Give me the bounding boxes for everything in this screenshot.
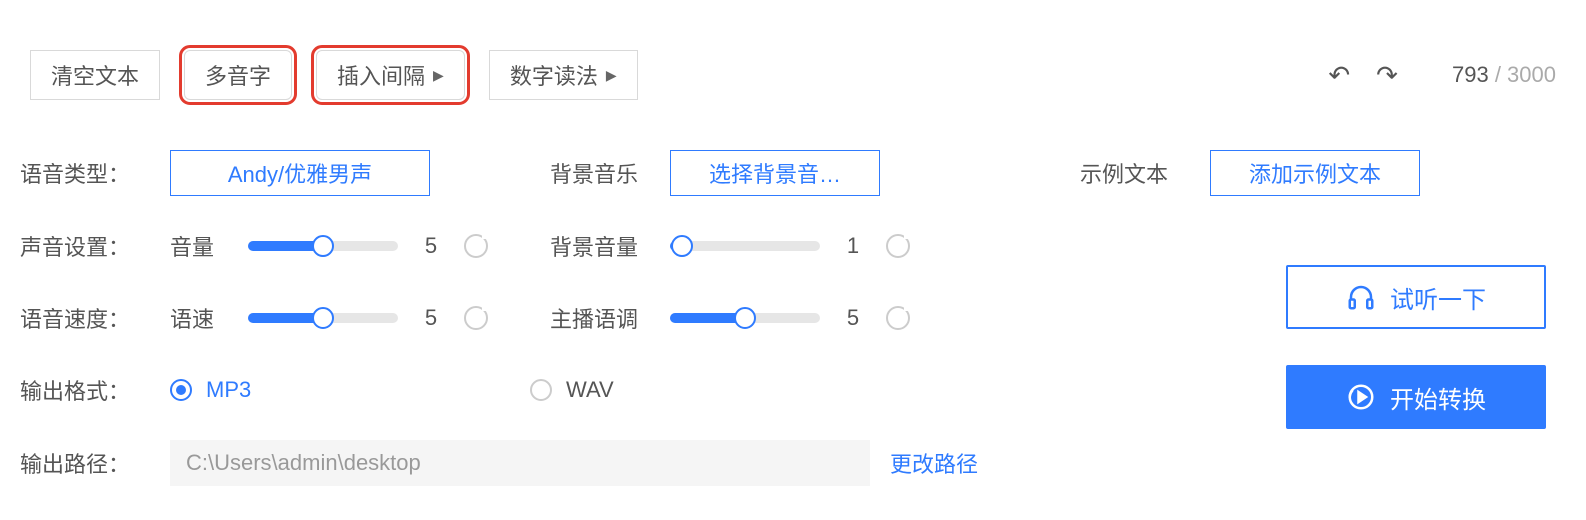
redo-icon[interactable]: ↷ xyxy=(1376,60,1398,91)
tone-value: 5 xyxy=(838,305,868,331)
bg-volume-label: 背景音量 xyxy=(550,230,670,262)
convert-icon xyxy=(1346,382,1376,412)
polyphonic-button[interactable]: 多音字 xyxy=(184,50,292,100)
char-limit: 3000 xyxy=(1507,62,1556,87)
reset-speed-icon[interactable] xyxy=(464,306,488,330)
radio-wav-label: WAV xyxy=(566,377,614,403)
radio-mp3-label: MP3 xyxy=(206,377,251,403)
output-path-label: 输出路径： xyxy=(20,447,170,479)
change-path-link[interactable]: 更改路径 xyxy=(890,447,978,479)
number-reading-button[interactable]: 数字读法 ▶ xyxy=(489,50,638,100)
radio-wav[interactable] xyxy=(530,379,552,401)
bg-music-label: 背景音乐 xyxy=(550,157,670,189)
output-format-label: 输出格式： xyxy=(20,374,170,406)
volume-label: 音量 xyxy=(170,230,230,262)
speed-label: 语速 xyxy=(170,302,230,334)
text-toolbar: 清空文本 多音字 插入间隔 ▶ 数字读法 ▶ ↶ ↷ 793 / 3000 xyxy=(0,0,1586,120)
voice-type-select[interactable]: Andy/优雅男声 xyxy=(170,150,430,196)
reset-tone-icon[interactable] xyxy=(886,306,910,330)
reset-volume-icon[interactable] xyxy=(464,234,488,258)
char-count: 793 xyxy=(1452,62,1489,87)
bg-volume-value: 1 xyxy=(838,233,868,259)
insert-gap-label: 插入间隔 xyxy=(337,59,425,91)
number-reading-label: 数字读法 xyxy=(510,59,598,91)
volume-value: 5 xyxy=(416,233,446,259)
insert-gap-button[interactable]: 插入间隔 ▶ xyxy=(316,50,465,100)
example-text-label: 示例文本 xyxy=(1080,157,1210,189)
convert-label: 开始转换 xyxy=(1390,380,1486,415)
char-counter: 793 / 3000 xyxy=(1452,62,1556,88)
preview-button[interactable]: 试听一下 xyxy=(1286,265,1546,329)
speed-settings-label: 语音速度： xyxy=(20,302,170,334)
bg-volume-slider[interactable] xyxy=(670,241,820,251)
bg-music-select[interactable]: 选择背景音… xyxy=(670,150,880,196)
speed-slider[interactable] xyxy=(248,313,398,323)
caret-right-icon: ▶ xyxy=(606,67,617,84)
caret-right-icon: ▶ xyxy=(433,67,444,84)
tone-label: 主播语调 xyxy=(550,302,670,334)
tone-slider[interactable] xyxy=(670,313,820,323)
sound-settings-label: 声音设置： xyxy=(20,230,170,262)
volume-slider[interactable] xyxy=(248,241,398,251)
radio-mp3[interactable] xyxy=(170,379,192,401)
example-text-button[interactable]: 添加示例文本 xyxy=(1210,150,1420,196)
headphone-icon xyxy=(1346,282,1376,312)
voice-type-label: 语音类型： xyxy=(20,157,170,189)
reset-bg-volume-icon[interactable] xyxy=(886,234,910,258)
output-path-input[interactable] xyxy=(170,440,870,486)
speed-value: 5 xyxy=(416,305,446,331)
convert-button[interactable]: 开始转换 xyxy=(1286,365,1546,429)
undo-icon[interactable]: ↶ xyxy=(1328,60,1350,91)
clear-text-button[interactable]: 清空文本 xyxy=(30,50,160,100)
preview-label: 试听一下 xyxy=(1390,280,1486,315)
